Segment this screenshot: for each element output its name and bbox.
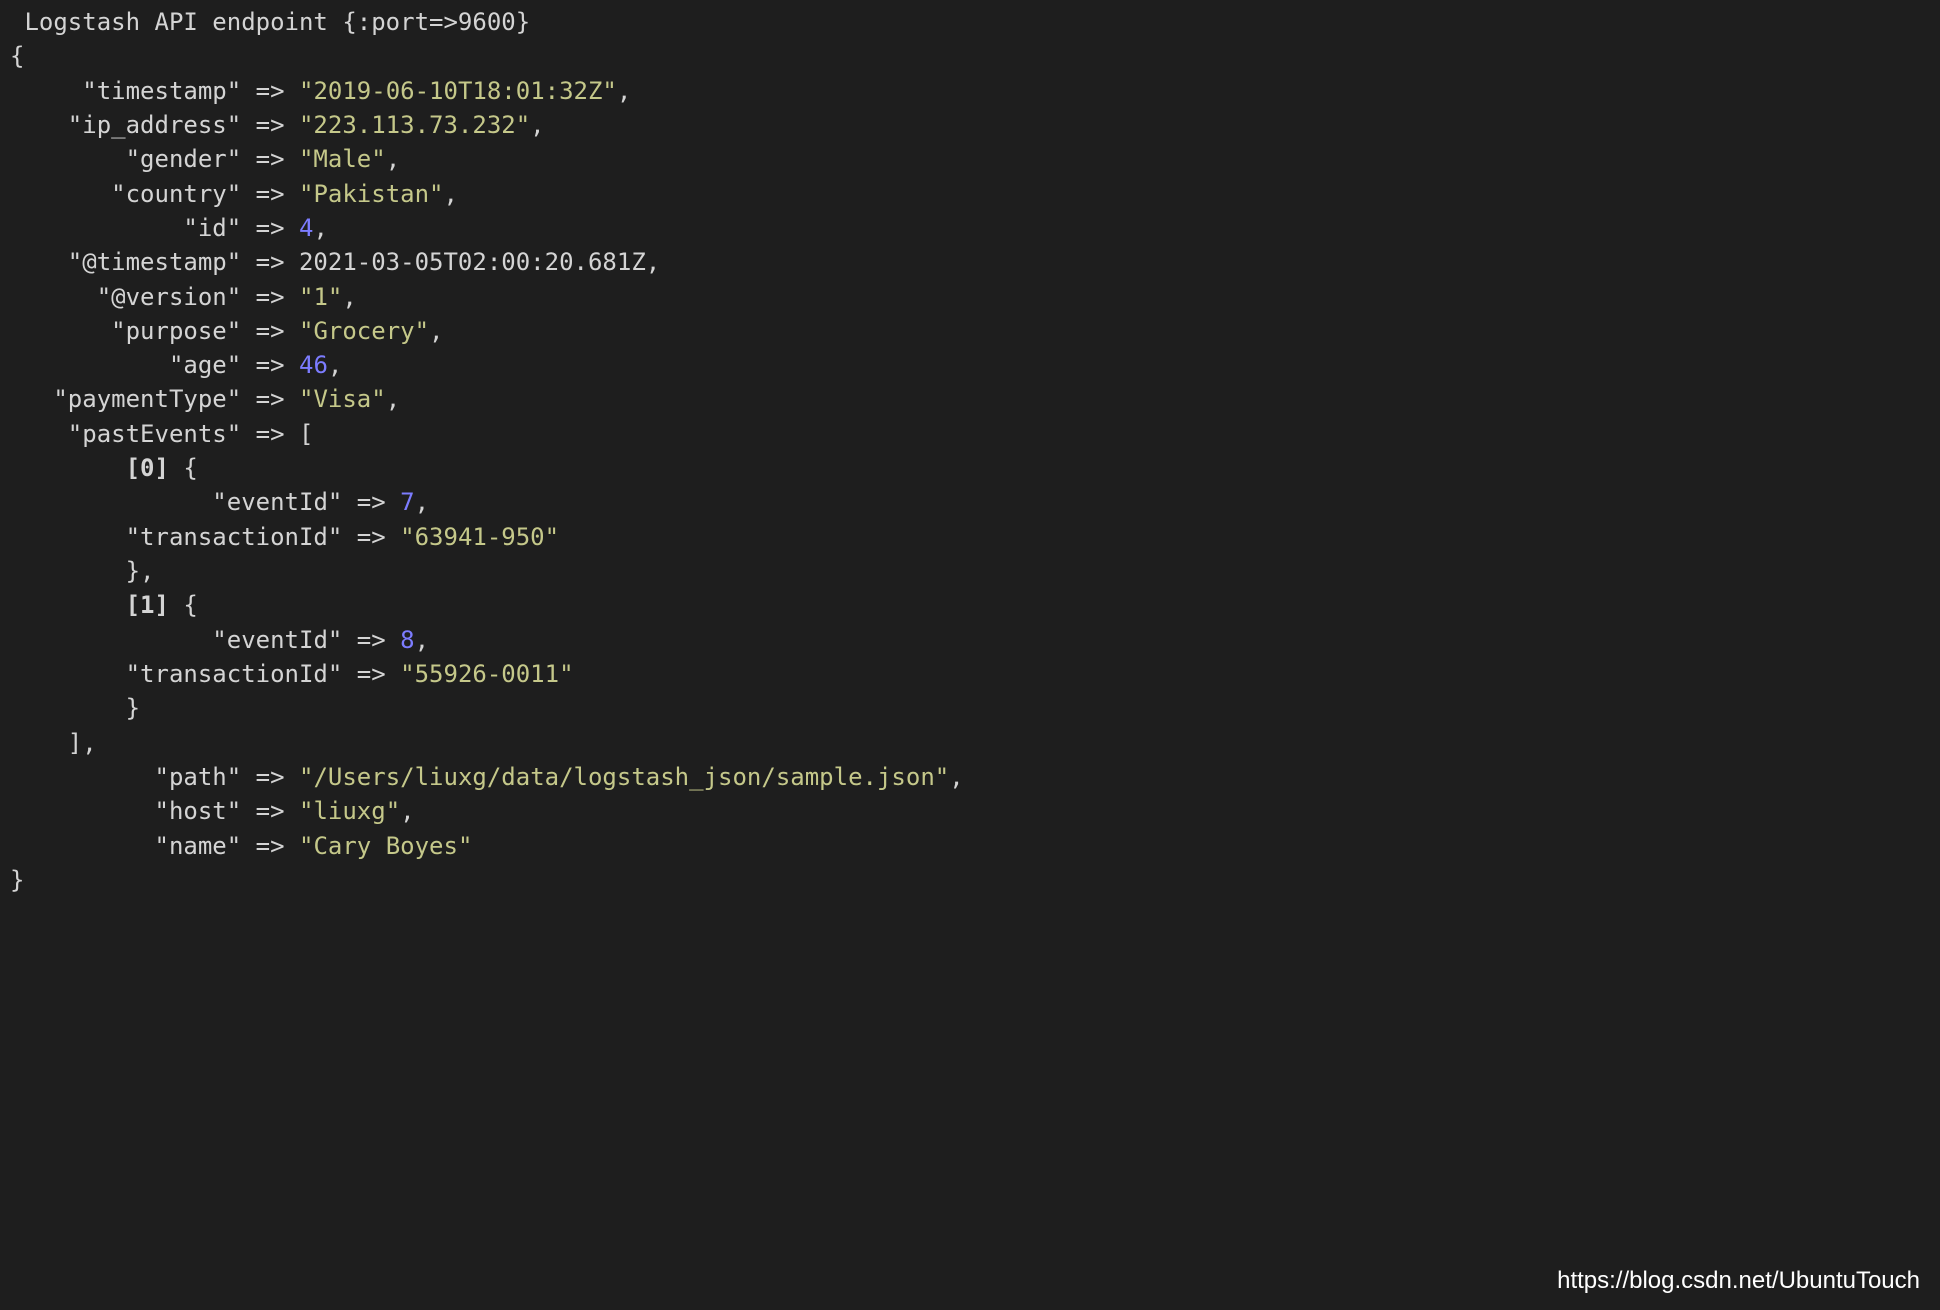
value-purpose: "Grocery" <box>299 317 429 345</box>
key-event-id-1: "eventId" <box>212 626 342 654</box>
key-name: "name" <box>155 832 242 860</box>
value-gender: "Male" <box>299 145 386 173</box>
value-name: "Cary Boyes" <box>299 832 472 860</box>
key-at-version: "@version" <box>97 283 242 311</box>
value-timestamp: "2019-06-10T18:01:32Z" <box>299 77 617 105</box>
key-age: "age" <box>169 351 241 379</box>
key-past-events: "pastEvents" <box>68 420 241 448</box>
value-host: "liuxg" <box>299 797 400 825</box>
key-host: "host" <box>155 797 242 825</box>
value-age: 46 <box>299 351 328 379</box>
close-brace: } <box>10 866 24 894</box>
array-index-1: [1] <box>126 591 169 619</box>
value-path: "/Users/liuxg/data/logstash_json/sample.… <box>299 763 949 791</box>
key-id: "id" <box>183 214 241 242</box>
key-payment-type: "paymentType" <box>53 385 241 413</box>
terminal-output: Logstash API endpoint {:port=>9600} { "t… <box>10 5 1930 897</box>
value-event-id-1: 8 <box>400 626 414 654</box>
value-country: "Pakistan" <box>299 180 444 208</box>
key-timestamp: "timestamp" <box>82 77 241 105</box>
value-event-id-0: 7 <box>400 488 414 516</box>
array-index-0: [0] <box>126 454 169 482</box>
key-path: "path" <box>155 763 242 791</box>
value-transaction-id-0: "63941-950" <box>400 523 559 551</box>
key-at-timestamp: "@timestamp" <box>68 248 241 276</box>
open-brace: { <box>10 42 24 70</box>
key-transaction-id-1: "transactionId" <box>126 660 343 688</box>
key-purpose: "purpose" <box>111 317 241 345</box>
key-country: "country" <box>111 180 241 208</box>
header-line: Logstash API endpoint {:port=>9600} <box>10 8 530 36</box>
value-id: 4 <box>299 214 313 242</box>
key-gender: "gender" <box>126 145 242 173</box>
key-transaction-id-0: "transactionId" <box>126 523 343 551</box>
value-transaction-id-1: "55926-0011" <box>400 660 573 688</box>
value-at-timestamp: 2021-03-05T02:00:20.681Z <box>299 248 646 276</box>
key-event-id-0: "eventId" <box>212 488 342 516</box>
value-payment-type: "Visa" <box>299 385 386 413</box>
value-ip-address: "223.113.73.232" <box>299 111 530 139</box>
watermark: https://blog.csdn.net/UbuntuTouch <box>1557 1264 1920 1298</box>
value-at-version: "1" <box>299 283 342 311</box>
key-ip-address: "ip_address" <box>68 111 241 139</box>
